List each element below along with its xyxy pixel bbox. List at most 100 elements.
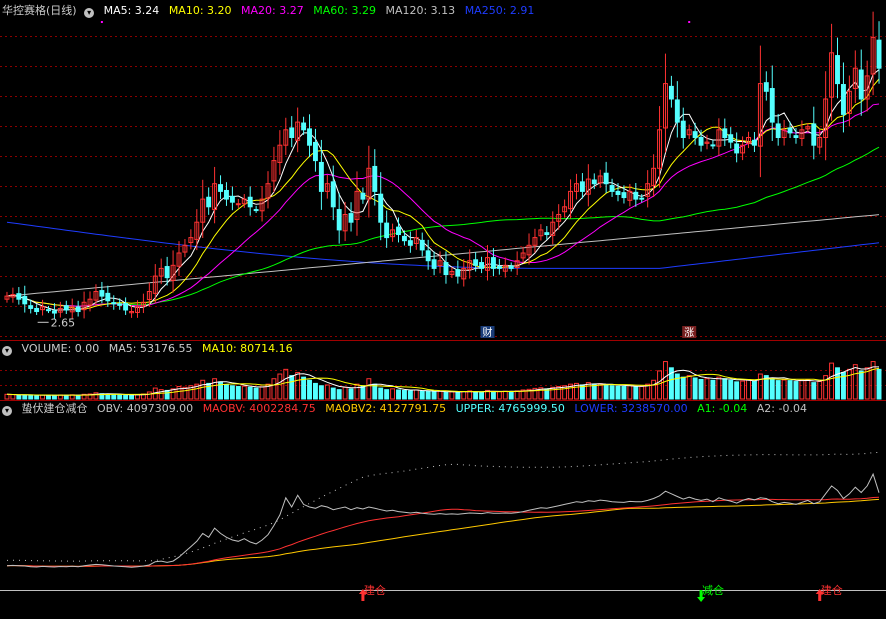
candle[interactable] bbox=[835, 37, 840, 99]
candle[interactable] bbox=[728, 127, 734, 149]
candle[interactable] bbox=[247, 186, 253, 216]
volume-bar[interactable] bbox=[449, 391, 455, 400]
candle[interactable] bbox=[81, 291, 87, 319]
collapse-icon[interactable]: ▾ bbox=[2, 406, 12, 416]
volume-bar[interactable] bbox=[407, 390, 413, 400]
candle-body[interactable] bbox=[633, 191, 639, 200]
candle[interactable] bbox=[538, 224, 544, 241]
volume-bar[interactable] bbox=[384, 389, 390, 400]
volume-bar[interactable] bbox=[835, 367, 840, 400]
candle[interactable] bbox=[182, 239, 188, 258]
volume-bar[interactable] bbox=[247, 386, 253, 400]
candle-body[interactable] bbox=[384, 222, 390, 239]
candle-body[interactable] bbox=[229, 195, 235, 203]
volume-bar[interactable] bbox=[277, 373, 283, 400]
volume-bar[interactable] bbox=[846, 368, 852, 400]
candle[interactable] bbox=[603, 161, 609, 193]
candle-body[interactable] bbox=[111, 302, 117, 305]
candle[interactable] bbox=[75, 300, 81, 317]
volume-bar[interactable] bbox=[425, 391, 431, 400]
candle-body[interactable] bbox=[763, 82, 769, 92]
candle[interactable] bbox=[651, 154, 657, 198]
candle-body[interactable] bbox=[722, 128, 728, 139]
candle[interactable] bbox=[218, 175, 223, 200]
volume-bar[interactable] bbox=[401, 389, 407, 400]
candle[interactable] bbox=[674, 81, 680, 138]
volume-bar[interactable] bbox=[698, 379, 704, 400]
candle[interactable] bbox=[597, 169, 603, 188]
volume-bar[interactable] bbox=[324, 384, 330, 400]
candle-body[interactable] bbox=[840, 84, 846, 115]
candle-body[interactable] bbox=[473, 259, 479, 266]
candle[interactable] bbox=[46, 305, 51, 314]
candle-body[interactable] bbox=[63, 305, 69, 311]
candles[interactable] bbox=[4, 11, 882, 320]
candle[interactable] bbox=[407, 231, 413, 253]
candle-body[interactable] bbox=[698, 137, 704, 146]
candle-body[interactable] bbox=[378, 193, 384, 223]
candle-body[interactable] bbox=[609, 185, 615, 192]
candle-body[interactable] bbox=[235, 203, 241, 206]
volume-bar[interactable] bbox=[473, 391, 479, 400]
candle-body[interactable] bbox=[544, 232, 550, 236]
candle-body[interactable] bbox=[579, 181, 585, 192]
candle-body[interactable] bbox=[710, 144, 716, 147]
volume-bar[interactable] bbox=[146, 391, 152, 400]
candle-body[interactable] bbox=[218, 184, 223, 192]
collapse-icon[interactable]: ▾ bbox=[2, 346, 12, 356]
candle-body[interactable] bbox=[336, 209, 342, 231]
volume-bar[interactable] bbox=[597, 383, 603, 400]
candle-body[interactable] bbox=[247, 196, 253, 208]
candle[interactable] bbox=[111, 295, 117, 310]
volume-bar[interactable] bbox=[680, 376, 686, 400]
candle-body[interactable] bbox=[28, 305, 34, 309]
candle-body[interactable] bbox=[775, 123, 781, 138]
volume-bar[interactable] bbox=[757, 373, 763, 400]
candle-body[interactable] bbox=[639, 197, 645, 200]
volume-bar[interactable] bbox=[657, 370, 662, 400]
candle[interactable] bbox=[419, 232, 425, 257]
signal-marker[interactable]: 减仓 bbox=[697, 583, 724, 602]
volume-bar[interactable] bbox=[490, 391, 496, 400]
candle[interactable] bbox=[307, 114, 312, 158]
candle[interactable] bbox=[123, 297, 129, 315]
candle-body[interactable] bbox=[787, 127, 793, 134]
candle[interactable] bbox=[16, 287, 22, 305]
candle-body[interactable] bbox=[312, 141, 318, 162]
candle[interactable] bbox=[301, 116, 307, 135]
volume-bar[interactable] bbox=[858, 370, 864, 400]
candle-body[interactable] bbox=[431, 259, 437, 269]
candle-body[interactable] bbox=[490, 257, 496, 269]
volume-bar[interactable] bbox=[253, 387, 259, 400]
volume-bar[interactable] bbox=[117, 394, 123, 400]
candle[interactable] bbox=[520, 246, 526, 264]
volume-bar[interactable] bbox=[330, 387, 336, 400]
volume-bar[interactable] bbox=[787, 380, 793, 400]
candle[interactable] bbox=[413, 229, 419, 250]
candle-body[interactable] bbox=[318, 161, 324, 192]
volume-bar[interactable] bbox=[704, 378, 710, 400]
volume-bar[interactable] bbox=[348, 388, 354, 400]
candle[interactable] bbox=[34, 304, 40, 315]
candle-body[interactable] bbox=[591, 179, 597, 185]
candle[interactable] bbox=[633, 183, 639, 207]
volume-bar[interactable] bbox=[22, 394, 28, 400]
volume-bar[interactable] bbox=[793, 381, 799, 400]
volume-bar[interactable] bbox=[746, 379, 751, 400]
candle-body[interactable] bbox=[253, 209, 259, 212]
volume-bar[interactable] bbox=[200, 379, 206, 400]
volume-bar[interactable] bbox=[123, 394, 129, 400]
candle[interactable] bbox=[372, 149, 378, 206]
candle[interactable] bbox=[680, 107, 686, 149]
volume-bar[interactable] bbox=[811, 382, 817, 400]
volume-bar[interactable] bbox=[508, 391, 514, 400]
candle-body[interactable] bbox=[674, 99, 680, 123]
volume-bar[interactable] bbox=[514, 390, 520, 400]
volume-bar[interactable] bbox=[609, 385, 615, 400]
volume-bar[interactable] bbox=[876, 368, 882, 400]
candle-body[interactable] bbox=[692, 131, 698, 138]
volume-bar[interactable] bbox=[550, 386, 556, 400]
volume-bar[interactable] bbox=[479, 391, 485, 400]
candle-body[interactable] bbox=[301, 122, 307, 131]
candle-body[interactable] bbox=[615, 190, 621, 195]
